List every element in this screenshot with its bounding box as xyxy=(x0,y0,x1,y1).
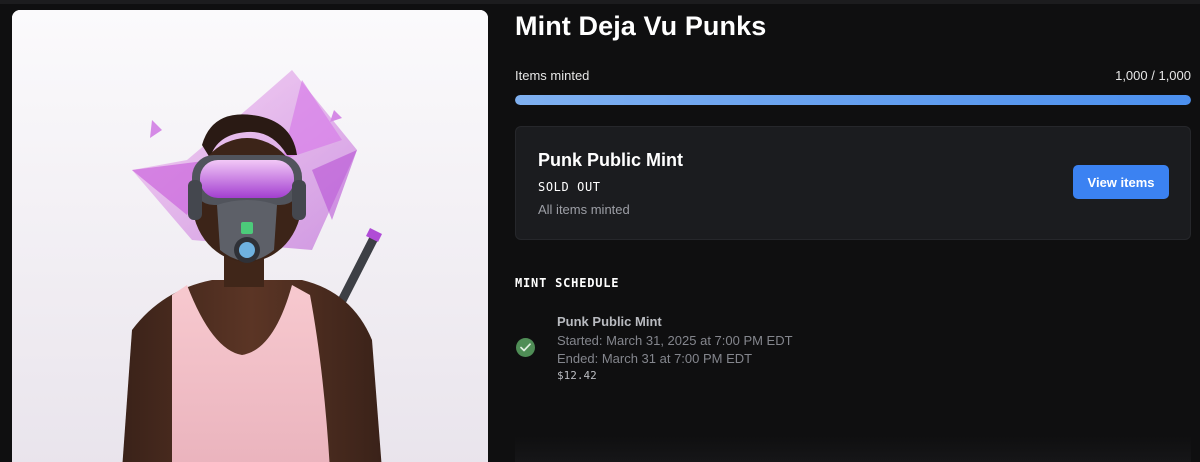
schedule-start-time: Started: March 31, 2025 at 7:00 PM EDT xyxy=(557,333,793,348)
mint-panel: Mint Deja Vu Punks Items minted 1,000 / … xyxy=(515,0,1191,462)
schedule-stage-name: Punk Public Mint xyxy=(557,314,662,329)
schedule-price: $12.42 xyxy=(557,369,597,382)
schedule-end-time: Ended: March 31 at 7:00 PM EDT xyxy=(557,351,753,366)
page-title: Mint Deja Vu Punks xyxy=(515,11,767,41)
mint-progress-fill xyxy=(515,95,1191,105)
mint-stage-name: Punk Public Mint xyxy=(538,150,684,170)
punk-artwork-image xyxy=(12,10,488,462)
view-items-button[interactable]: View items xyxy=(1073,165,1169,199)
mint-progress-bar xyxy=(515,95,1191,105)
mint-stage-subtext: All items minted xyxy=(538,202,630,217)
schedule-item: Punk Public Mint Started: March 31, 2025… xyxy=(515,312,1191,388)
items-minted-count: 1,000 / 1,000 xyxy=(1115,68,1191,83)
check-circle-icon xyxy=(516,338,535,357)
sold-out-status: SOLD OUT xyxy=(538,180,601,194)
items-minted-label: Items minted xyxy=(515,68,590,83)
mint-stage-card: Punk Public Mint SOLD OUT All items mint… xyxy=(515,126,1191,240)
mint-page: Mint Deja Vu Punks Items minted 1,000 / … xyxy=(0,0,1200,462)
bottom-fade xyxy=(515,436,1191,462)
mint-schedule-heading: MINT SCHEDULE xyxy=(515,276,620,290)
collection-artwork xyxy=(12,10,488,462)
